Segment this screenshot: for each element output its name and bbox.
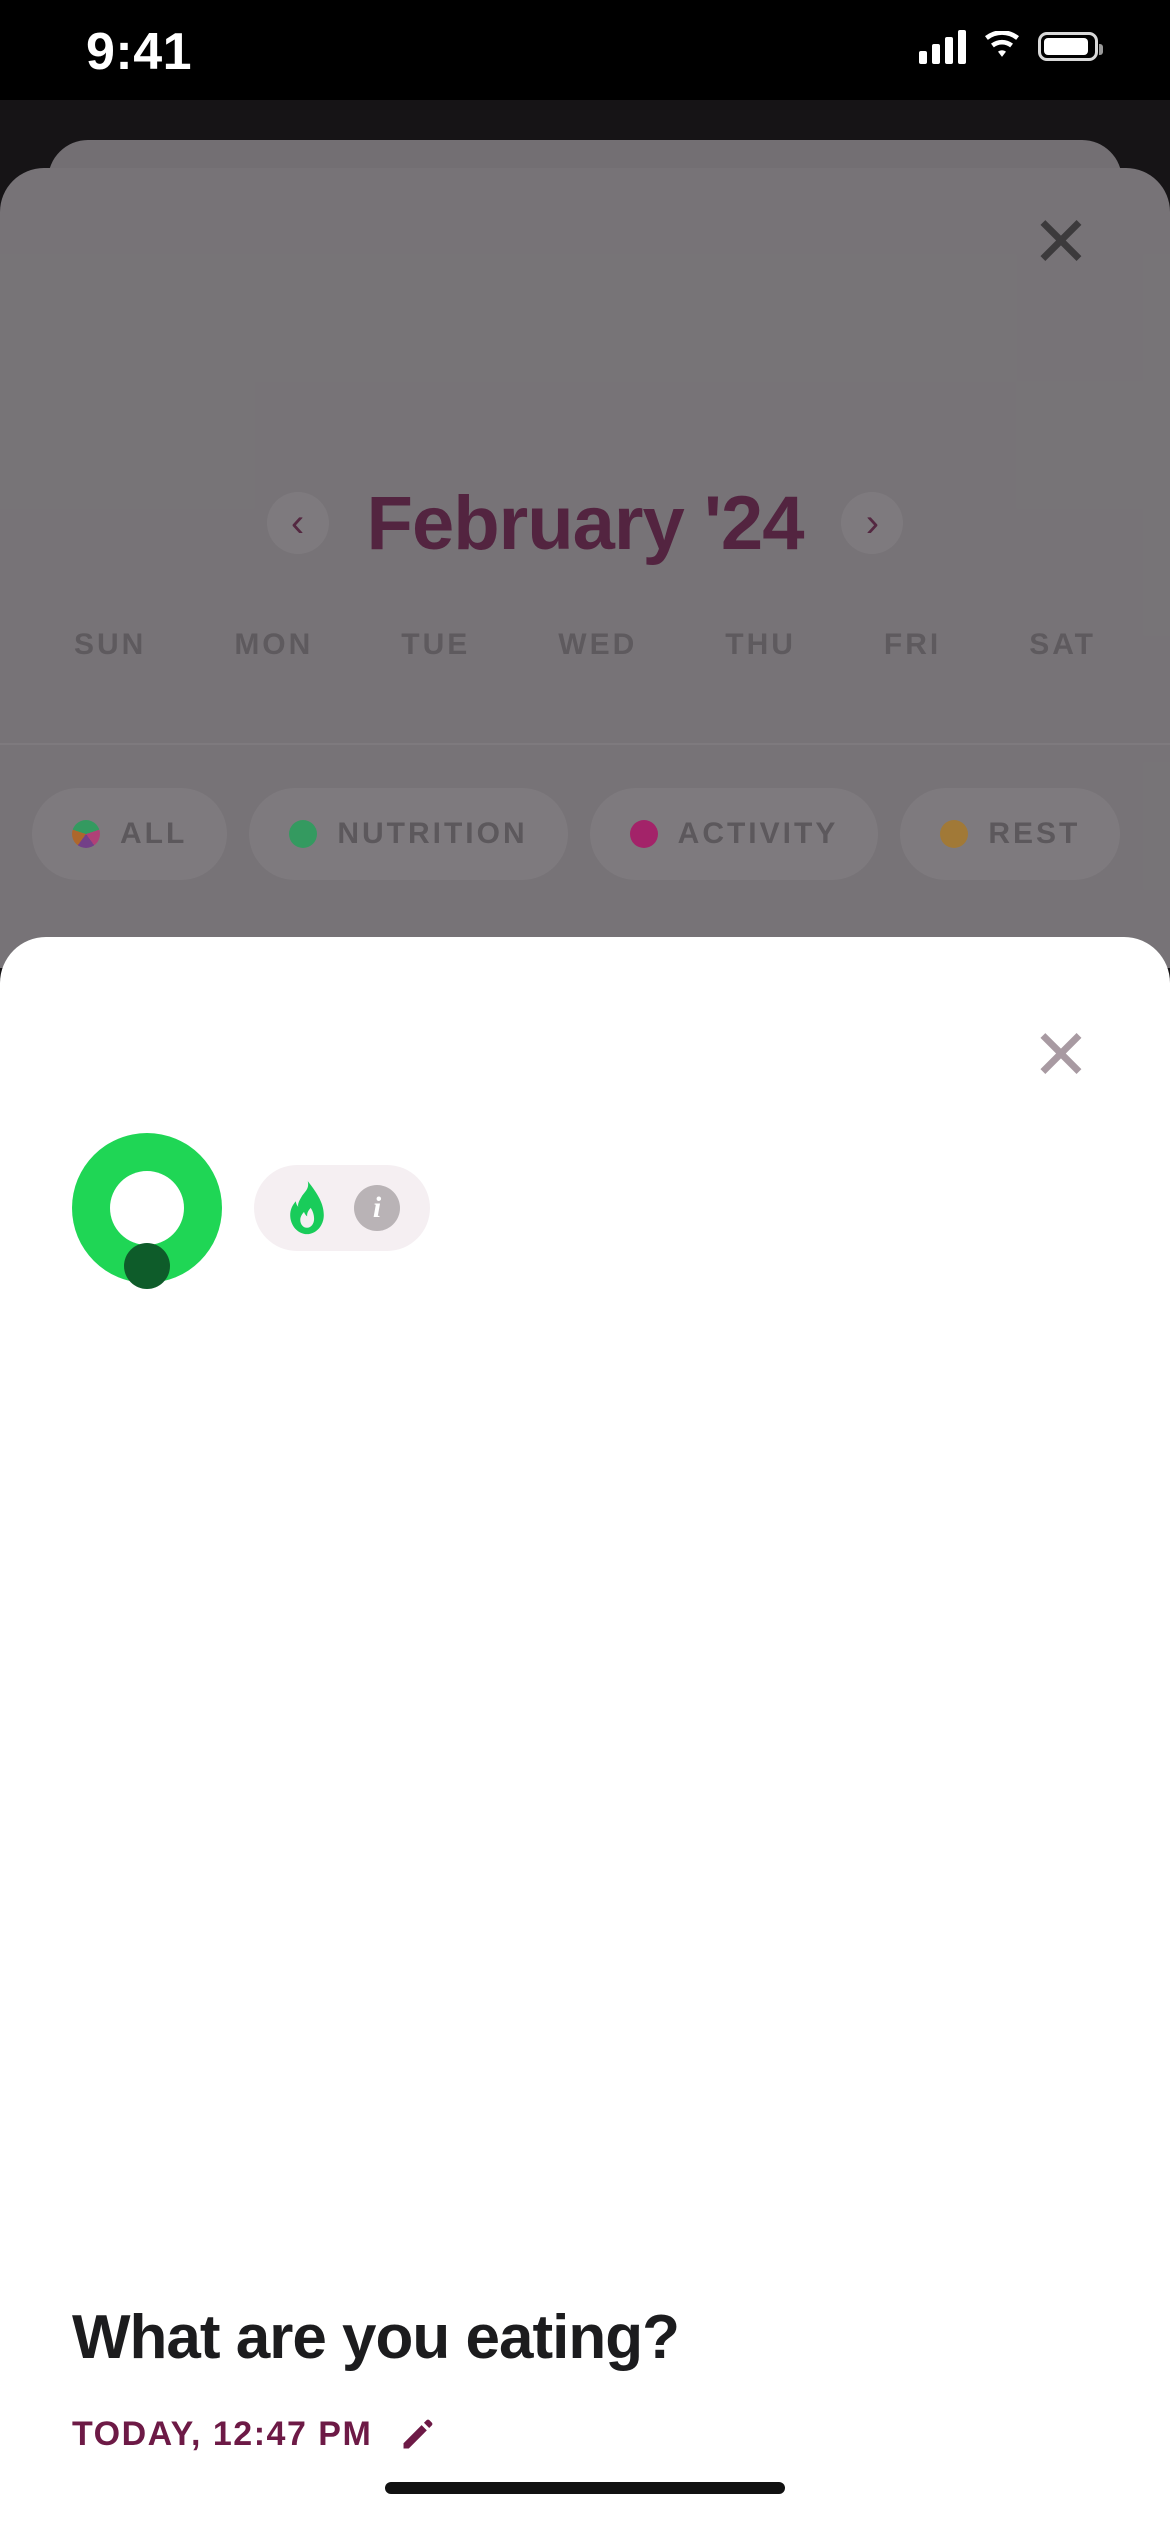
- meal-timestamp-text: TODAY, 12:47 PM: [72, 2415, 373, 2453]
- battery-icon: [1038, 31, 1103, 61]
- flame-icon: [290, 1181, 324, 1235]
- streak-flame-pill[interactable]: i: [254, 1165, 430, 1251]
- info-icon[interactable]: i: [354, 1185, 400, 1231]
- wifi-icon: [985, 31, 1019, 57]
- green-progress-ring-icon: [72, 1133, 222, 1289]
- ring-marker-dot-icon: [124, 1243, 170, 1289]
- meal-timestamp[interactable]: TODAY, 12:47 PM: [72, 2415, 436, 2454]
- signal-bars-icon: [919, 28, 966, 64]
- sheet-close-button[interactable]: ✕: [1028, 1020, 1094, 1090]
- status-bar: 9:41: [0, 0, 1170, 100]
- status-bar-indicators: [919, 28, 1103, 64]
- pencil-icon[interactable]: [398, 2416, 436, 2454]
- page-title: What are you eating?: [72, 2303, 680, 2372]
- log-meal-sheet: ✕ i What are you eating? TODAY, 12:47 PM…: [0, 937, 1170, 2532]
- status-bar-time: 9:41: [86, 23, 193, 81]
- home-indicator: [385, 2482, 785, 2494]
- meal-badge-row: i: [72, 1133, 430, 1289]
